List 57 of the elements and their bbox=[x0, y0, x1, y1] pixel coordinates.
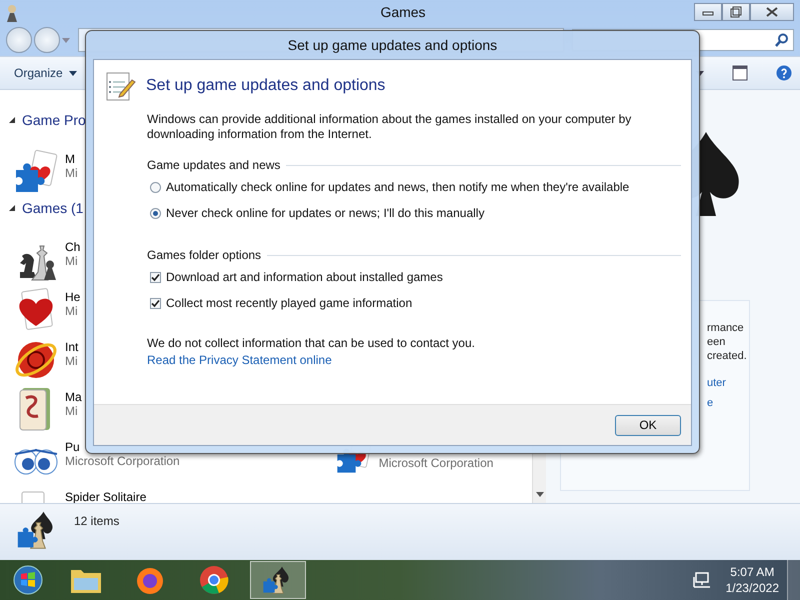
section-label: Game updates and news bbox=[147, 158, 280, 172]
details-text: rmance bbox=[707, 321, 745, 335]
close-button[interactable] bbox=[750, 3, 794, 21]
publisher-label: Microsoft Corporation bbox=[65, 454, 180, 468]
radio-button[interactable] bbox=[150, 182, 161, 192]
checkbox[interactable] bbox=[150, 298, 161, 308]
details-link[interactable]: uter bbox=[707, 373, 749, 393]
group-header[interactable]: Game Pro bbox=[22, 112, 86, 128]
publisher-label: Mi bbox=[65, 254, 79, 268]
game-name[interactable]: Ma bbox=[65, 390, 82, 404]
notepad-pencil-icon bbox=[104, 70, 136, 102]
publisher-label: Mi bbox=[65, 404, 79, 418]
section-label: Games folder options bbox=[147, 248, 262, 262]
browser-icon bbox=[199, 565, 229, 595]
dialog-heading: Set up game updates and options bbox=[146, 77, 386, 95]
option-label[interactable]: Collect most recently played game information bbox=[166, 296, 412, 310]
minimize-button[interactable] bbox=[694, 3, 722, 21]
ok-button[interactable]: OK bbox=[615, 414, 681, 436]
game-name[interactable]: M bbox=[65, 152, 78, 166]
publisher-label: Mi bbox=[65, 304, 79, 318]
close-icon bbox=[766, 7, 778, 17]
collapse-triangle-icon[interactable] bbox=[8, 204, 16, 212]
option-label[interactable]: Automatically check online for updates and news, then notify me when they're available bbox=[166, 180, 630, 194]
fox-globe-icon bbox=[135, 565, 165, 595]
privacy-link[interactable]: Read the Privacy Statement online bbox=[147, 353, 332, 367]
clock-time[interactable]: 5:07 AM bbox=[730, 564, 774, 580]
back-button[interactable] bbox=[6, 27, 32, 53]
preview-pane-icon[interactable] bbox=[732, 65, 748, 81]
dialog-title: Set up game updates and options bbox=[288, 36, 498, 55]
publisher-label: Mi bbox=[65, 354, 78, 368]
collapse-triangle-icon[interactable] bbox=[8, 116, 16, 124]
help-icon[interactable] bbox=[776, 65, 792, 81]
option-label[interactable]: Never check online for updates or news; I'll do this manually bbox=[166, 206, 484, 220]
window-title: Games bbox=[379, 4, 427, 20]
option-label[interactable]: Download art and information about installed games bbox=[166, 270, 443, 284]
privacy-note: We do not collect information that can be used to contact you. bbox=[147, 336, 476, 350]
clock-date[interactable]: 1/23/2022 bbox=[726, 580, 779, 596]
taskbar-app[interactable] bbox=[250, 561, 306, 599]
network-icon[interactable] bbox=[692, 571, 710, 589]
restore-icon bbox=[730, 6, 742, 18]
group-header[interactable]: Games (1 bbox=[22, 200, 84, 216]
publisher-label: Mi bbox=[65, 166, 78, 180]
game-name[interactable]: Int bbox=[65, 340, 78, 354]
publisher-label: Microsoft Corporation bbox=[378, 456, 494, 470]
radio-button[interactable] bbox=[150, 208, 161, 218]
restore-button[interactable] bbox=[722, 3, 750, 21]
checkbox[interactable] bbox=[150, 272, 161, 282]
item-count: 12 items bbox=[74, 514, 120, 528]
forward-button[interactable] bbox=[34, 27, 60, 53]
details-link[interactable]: e bbox=[707, 393, 749, 413]
organize-menu[interactable]: Organize bbox=[10, 64, 67, 82]
details-text: een created. bbox=[707, 335, 748, 363]
game-name[interactable]: Ch bbox=[65, 240, 80, 254]
search-icon bbox=[775, 33, 789, 47]
game-name[interactable]: He bbox=[65, 290, 80, 304]
description-text: Windows can provide additional information about the games installed on your computer by downloading information from the Internet. bbox=[147, 112, 632, 142]
scroll-down-arrow-icon[interactable] bbox=[536, 492, 544, 497]
